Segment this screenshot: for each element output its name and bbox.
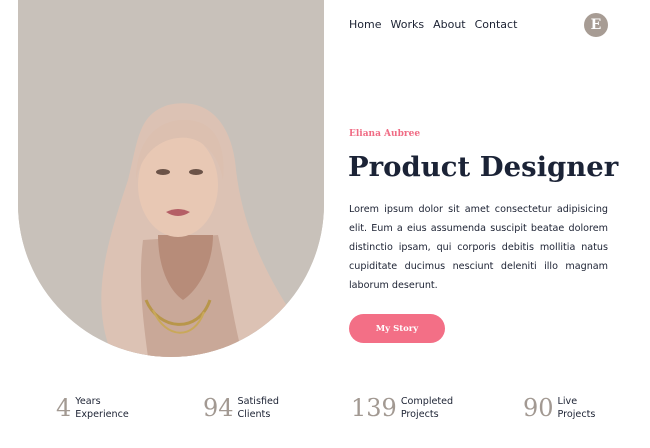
page-title: Product Designer xyxy=(348,151,619,183)
stat-label-line2: Experience xyxy=(75,409,129,420)
stat-label: Satisfied Clients xyxy=(238,395,279,421)
hero-portrait-image xyxy=(18,0,324,357)
stat-live-projects: 90 Live Projects xyxy=(523,394,595,422)
stat-label: Years Experience xyxy=(75,395,129,421)
stat-value: 139 xyxy=(351,394,397,422)
stat-value: 90 xyxy=(523,394,554,422)
stat-completed-projects: 139 Completed Projects xyxy=(351,394,453,422)
stat-label-line1: Live xyxy=(557,396,578,407)
stat-value: 4 xyxy=(56,394,72,422)
logo-badge[interactable]: E xyxy=(584,13,608,37)
stat-label-line1: Completed xyxy=(400,396,454,407)
main-nav: Home Works About Contact xyxy=(349,18,517,31)
stat-label-line1: Satisfied xyxy=(237,396,279,407)
designer-name: Eliana Aubree xyxy=(349,129,421,139)
stat-label-line2: Clients xyxy=(237,409,271,420)
nav-about-link[interactable]: About xyxy=(433,18,466,31)
stat-years-experience: 4 Years Experience xyxy=(56,394,129,422)
stat-label-line1: Years xyxy=(75,396,101,407)
my-story-button[interactable]: My Story xyxy=(349,314,445,343)
nav-contact-link[interactable]: Contact xyxy=(475,18,518,31)
hero-description: Lorem ipsum dolor sit amet consectetur a… xyxy=(349,204,608,291)
stat-label-line2: Projects xyxy=(557,409,596,420)
nav-works-link[interactable]: Works xyxy=(390,18,424,31)
nav-home-link[interactable]: Home xyxy=(349,18,381,31)
stat-label: Live Projects xyxy=(558,395,596,421)
stat-value: 94 xyxy=(203,394,234,422)
stat-label-line2: Projects xyxy=(400,409,439,420)
stat-satisfied-clients: 94 Satisfied Clients xyxy=(203,394,279,422)
stat-label: Completed Projects xyxy=(401,395,453,421)
